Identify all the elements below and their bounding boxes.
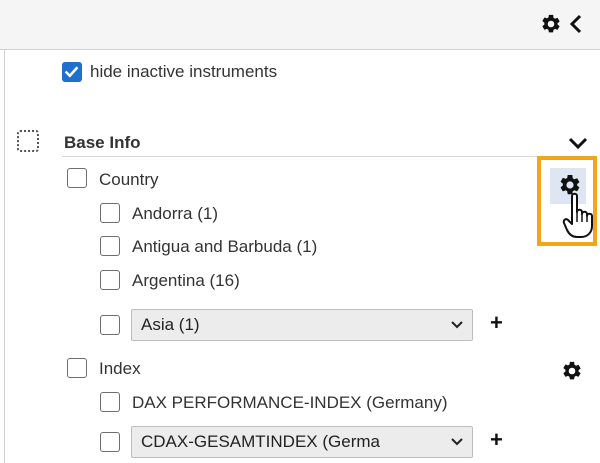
base-info-title: Base Info bbox=[64, 133, 141, 152]
country-checkbox[interactable] bbox=[67, 168, 87, 188]
index-item-checkbox[interactable] bbox=[100, 392, 120, 412]
country-item-label: Andorra (1) bbox=[132, 204, 218, 223]
base-info-checkbox[interactable] bbox=[17, 130, 39, 152]
country-item-checkbox[interactable] bbox=[100, 236, 120, 256]
add-country-button[interactable]: + bbox=[490, 312, 503, 334]
country-item-checkbox[interactable] bbox=[100, 270, 120, 290]
country-item-label: Antigua and Barbuda (1) bbox=[132, 237, 318, 256]
hide-inactive-checkbox[interactable] bbox=[62, 62, 82, 82]
index-label: Index bbox=[99, 359, 141, 378]
country-region-select-value: Asia (1) bbox=[141, 315, 200, 334]
country-region-select[interactable]: Asia (1) bbox=[131, 309, 473, 341]
chevron-down-icon bbox=[451, 321, 463, 329]
panel-left-border bbox=[4, 49, 5, 463]
chevron-left-icon[interactable] bbox=[568, 14, 584, 34]
section-divider bbox=[62, 156, 590, 157]
index-checkbox[interactable] bbox=[67, 358, 87, 378]
index-select[interactable]: CDAX-GESAMTINDEX (Germa bbox=[131, 426, 473, 458]
index-item-label: DAX PERFORMANCE-INDEX (Germany) bbox=[132, 393, 448, 412]
country-label: Country bbox=[99, 170, 159, 189]
chevron-down-icon[interactable] bbox=[568, 136, 588, 150]
country-item-checkbox[interactable] bbox=[100, 203, 120, 223]
country-item-label: Argentina (16) bbox=[132, 271, 240, 290]
hide-inactive-label: hide inactive instruments bbox=[90, 62, 278, 81]
index-select-checkbox[interactable] bbox=[100, 432, 120, 452]
add-index-button[interactable]: + bbox=[490, 429, 503, 451]
gear-icon[interactable] bbox=[561, 360, 583, 382]
index-select-value: CDAX-GESAMTINDEX (Germa bbox=[141, 432, 380, 451]
country-select-checkbox[interactable] bbox=[100, 315, 120, 335]
panel-toolbar bbox=[0, 0, 600, 50]
chevron-down-icon bbox=[451, 438, 463, 446]
hand-pointer-cursor-icon bbox=[562, 192, 593, 238]
gear-icon[interactable] bbox=[540, 13, 562, 35]
